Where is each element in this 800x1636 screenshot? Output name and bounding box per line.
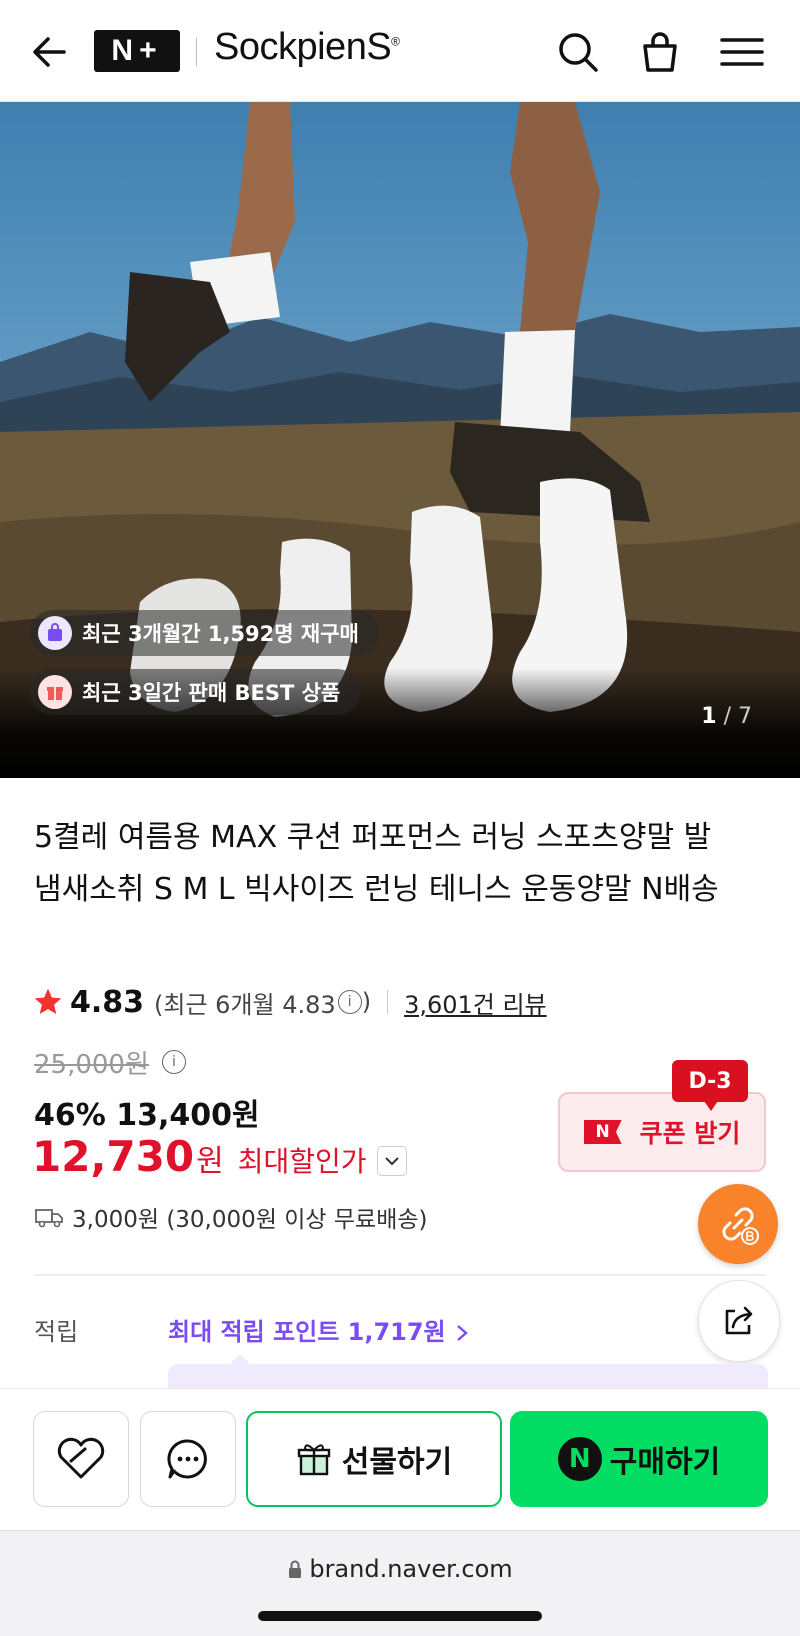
best-seller-badge: 최근 3일간 판매 BEST 상품 bbox=[30, 669, 361, 715]
brand-name: SockpienS bbox=[214, 26, 392, 68]
points-value: 최대 적립 포인트 1,717원 bbox=[168, 1318, 446, 1346]
logo-divider bbox=[196, 38, 197, 66]
expand-discount-button[interactable] bbox=[376, 1146, 407, 1176]
shopping-bag-icon[interactable] bbox=[636, 28, 684, 76]
final-price: 12,730 bbox=[32, 1132, 195, 1181]
points-value-link[interactable]: 최대 적립 포인트 1,717원 bbox=[168, 1312, 470, 1347]
info-icon[interactable]: i bbox=[337, 990, 362, 1014]
pager-current: 1 bbox=[701, 704, 717, 729]
home-indicator[interactable] bbox=[258, 1611, 542, 1621]
product-title: 5켤레 여름용 MAX 쿠션 퍼포먼스 러닝 스포츠양말 발냄새소취 S M L… bbox=[34, 820, 719, 907]
share-icon bbox=[725, 1306, 753, 1335]
repurchase-text: 최근 3개월간 1,592명 재구매 bbox=[82, 622, 359, 646]
shipping-info: 3,000원 (30,000원 이상 무료배송) bbox=[34, 1200, 427, 1234]
rating-recent-close: ) bbox=[361, 988, 372, 1016]
shopping-bag-icon bbox=[38, 616, 72, 650]
browser-url-bar[interactable]: brand.naver.com bbox=[0, 1530, 800, 1636]
menu-icon[interactable] bbox=[718, 28, 766, 76]
review-count-link[interactable]: 3,601건 리뷰 bbox=[404, 985, 547, 1020]
original-price: 25,000원 bbox=[34, 1050, 149, 1080]
pager-total: / 7 bbox=[723, 704, 752, 729]
wishlist-button[interactable] bbox=[33, 1411, 129, 1507]
chevron-down-icon bbox=[384, 1157, 399, 1166]
top-header: N+ SockpienS® bbox=[0, 0, 800, 102]
coupon-button[interactable]: N 쿠폰 받기 bbox=[558, 1092, 766, 1172]
rating-row: 4.83 (최근 6개월 4.83 i ) 3,601건 리뷰 bbox=[32, 982, 547, 1022]
naver-n-icon: N bbox=[557, 1437, 602, 1481]
talk-button[interactable] bbox=[140, 1411, 236, 1507]
bottom-action-bar: 선물하기 N 구매하기 bbox=[0, 1388, 800, 1531]
buy-button[interactable]: N 구매하기 bbox=[510, 1411, 768, 1507]
chat-icon bbox=[167, 1439, 207, 1479]
best-seller-text: 최근 3일간 판매 BEST 상품 bbox=[82, 681, 341, 705]
brand-logo[interactable]: SockpienS® bbox=[214, 26, 400, 69]
repurchase-badge: 최근 3개월간 1,592명 재구매 bbox=[30, 610, 379, 656]
gift-button[interactable]: 선물하기 bbox=[246, 1411, 502, 1507]
back-arrow-icon[interactable] bbox=[28, 30, 72, 74]
gift-icon bbox=[38, 675, 72, 709]
truck-icon bbox=[35, 1209, 63, 1228]
final-price-unit: 원 bbox=[196, 1144, 224, 1179]
naver-flag-icon: N bbox=[583, 1120, 622, 1144]
search-icon[interactable] bbox=[554, 28, 602, 76]
max-discount-label: 최대할인가 bbox=[237, 1145, 367, 1178]
heart-icon bbox=[57, 1437, 105, 1479]
product-hero-image[interactable]: 최근 3개월간 1,592명 재구매 최근 3일간 판매 BEST 상품 1 /… bbox=[0, 102, 800, 778]
gift-box-icon bbox=[297, 1444, 330, 1476]
points-label: 적립 bbox=[34, 1318, 79, 1346]
discount-rate: 46% bbox=[34, 1098, 106, 1133]
price-info-icon[interactable]: i bbox=[162, 1050, 186, 1074]
discount-row: 46% 13,400원 bbox=[34, 1090, 260, 1134]
shipping-text: 3,000원 (30,000원 이상 무료배송) bbox=[72, 1207, 428, 1233]
rating-score: 4.83 bbox=[70, 984, 145, 1020]
lock-icon bbox=[289, 1560, 302, 1578]
link-icon bbox=[722, 1207, 759, 1245]
naver-plus-logo[interactable]: N+ bbox=[94, 30, 180, 72]
link-share-button[interactable] bbox=[698, 1184, 778, 1264]
rating-divider bbox=[387, 990, 389, 1014]
rating-recent: (최근 6개월 4.83 bbox=[154, 990, 336, 1019]
brand-mark: ® bbox=[391, 34, 400, 49]
url-text: brand.naver.com bbox=[309, 1555, 513, 1583]
image-pager: 1 / 7 bbox=[701, 704, 752, 729]
section-divider bbox=[34, 1274, 766, 1276]
share-button[interactable] bbox=[698, 1280, 780, 1362]
coupon-deadline-badge: D-3 bbox=[672, 1060, 748, 1111]
buy-label: 구매하기 bbox=[609, 1445, 721, 1480]
url-display[interactable]: brand.naver.com bbox=[0, 1555, 800, 1583]
coupon-label: 쿠폰 받기 bbox=[639, 1119, 741, 1148]
chevron-right-icon bbox=[457, 1325, 468, 1341]
gift-label: 선물하기 bbox=[341, 1445, 453, 1480]
star-icon bbox=[34, 988, 62, 1014]
final-price-row: 12,730 원 최대할인가 bbox=[32, 1132, 407, 1181]
discount-price: 13,400원 bbox=[116, 1098, 260, 1133]
